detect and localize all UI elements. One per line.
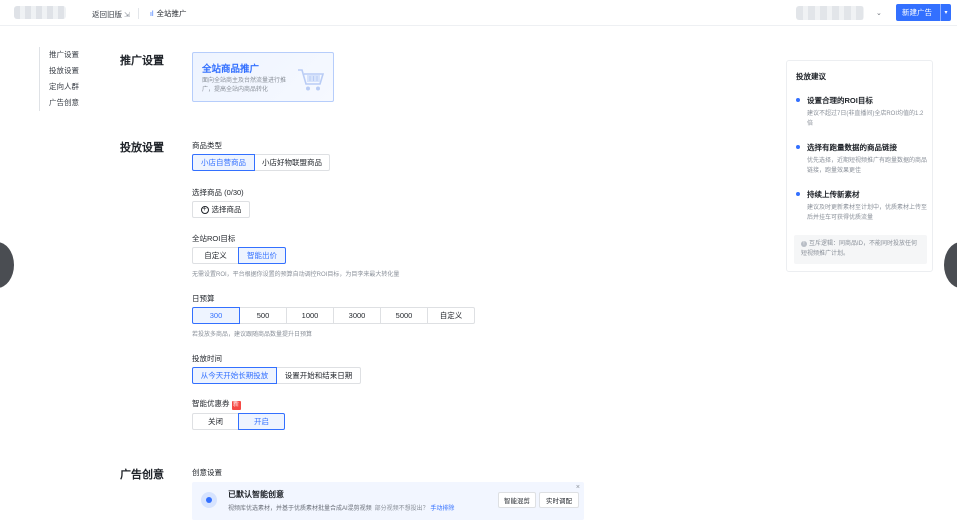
select-products-label: 选择商品 (0/30)	[192, 188, 244, 197]
smart-creative-notice: 已默认智能创意 视频库优选素材，并基于优质素材批量合成AI混剪视频 部分视频不想投…	[192, 482, 584, 520]
schedule-selector: 从今天开始长期投放 设置开始和结束日期	[192, 367, 361, 384]
smart-coupon-selector: 关闭 开启	[192, 413, 285, 430]
smart-creative-question: 部分视频不想投出？	[374, 506, 429, 512]
new-ad-label: 新建广告	[902, 8, 932, 17]
suggestion-heading: 设置合理的ROI目标	[796, 95, 928, 106]
manual-exclude-link[interactable]: 手动排除	[430, 506, 454, 512]
suggestion-item: 设置合理的ROI目标 建议不超过7日(非直播间)全店ROI均值的1.2倍	[796, 95, 928, 129]
shopping-cart-icon	[298, 69, 325, 91]
nav-item-creative[interactable]: 广告创意	[49, 95, 79, 111]
back-to-old-version-link[interactable]: 返回旧版 ⇲	[92, 9, 130, 20]
suggestions-title: 投放建议	[796, 72, 826, 81]
daily-budget-hint: 若投放多商品，建议跟随商品数量提升日预算	[192, 332, 313, 338]
select-products-button-label: 选择商品	[211, 205, 242, 214]
nav-item-promotion-settings[interactable]: 推广设置	[49, 47, 79, 63]
daily-budget-label: 日预算	[192, 294, 215, 303]
roi-target-hint: 无需设置ROI，平台根据你设置的预算自动调控ROI目标，为目李来最大转化量	[192, 272, 400, 278]
nav-item-targeting[interactable]: 定向人群	[49, 79, 79, 95]
budget-option-500[interactable]: 500	[239, 307, 287, 324]
budget-option-300[interactable]: 300	[192, 307, 240, 324]
realtime-adjust-button[interactable]: 实时调配	[539, 492, 579, 508]
back-to-old-version-label: 返回旧版	[92, 10, 122, 19]
smart-creative-title: 已默认智能创意	[228, 490, 284, 499]
smart-creative-desc: 视频库优选素材，并基于优质素材批量合成AI混剪视频 部分视频不想投出？ 手动排除	[228, 503, 454, 512]
promotion-card-title: 全站商品推广	[202, 64, 260, 75]
product-type-option-alliance[interactable]: 小店好物联盟商品	[254, 154, 330, 171]
schedule-option-long-term[interactable]: 从今天开始长期投放	[192, 367, 277, 384]
mutex-tip: ! 互斥逻辑：同商品ID，不能同时投放任何短视频推广计划。	[794, 235, 927, 264]
schedule-option-date-range[interactable]: 设置开始和结束日期	[276, 367, 361, 384]
top-bar: 返回旧版 ⇲ ıl 全站推广 ⌄ 新建广告 ▾	[0, 0, 957, 26]
daily-budget-selector: 300 500 1000 3000 5000 自定义	[192, 307, 475, 324]
divider	[138, 8, 139, 19]
plus-circle-icon: +	[200, 205, 209, 214]
roi-option-smart-bid[interactable]: 智能出价	[238, 247, 286, 264]
product-type-option-own[interactable]: 小店自营商品	[192, 154, 255, 171]
roi-target-selector: 自定义 智能出价	[192, 247, 286, 264]
schedule-label: 投放时间	[192, 354, 222, 363]
smart-creative-icon	[201, 492, 217, 508]
creative-title: 广告创意	[120, 469, 164, 481]
promotion-settings-title: 推广设置	[120, 55, 164, 67]
budget-option-5000[interactable]: 5000	[380, 307, 428, 324]
account-avatar[interactable]	[796, 6, 864, 20]
new-badge: 新	[231, 401, 241, 410]
smart-coupon-label: 智能优惠券新	[192, 398, 241, 410]
promotion-card-desc: 面向全站商主及台然流量进行推广，提高全站内商品转化	[202, 78, 287, 93]
external-link-icon: ⇲	[124, 12, 130, 19]
select-products-button[interactable]: + 选择商品	[192, 201, 250, 218]
smart-coupon-label-text: 智能优惠券	[192, 399, 230, 408]
delivery-settings-title: 投放设置	[120, 142, 164, 154]
suggestion-heading: 持续上传新素材	[796, 189, 928, 200]
suggestion-body: 优先选择，近期短视频推广有跑量数据的商品链接，跑量效果更佳	[807, 158, 928, 174]
close-icon[interactable]: ×	[576, 484, 580, 491]
brand-logo	[14, 6, 66, 19]
budget-option-3000[interactable]: 3000	[333, 307, 381, 324]
budget-option-1000[interactable]: 1000	[286, 307, 334, 324]
new-ad-dropdown-icon[interactable]: ▾	[940, 4, 951, 21]
smart-creative-desc-text: 视频库优选素材，并基于优质素材批量合成AI混剪视频	[228, 506, 372, 512]
chevron-down-icon[interactable]: ⌄	[876, 9, 882, 17]
chart-bars-icon: ıl	[150, 11, 154, 18]
nav-item-delivery-settings[interactable]: 投放设置	[49, 63, 79, 79]
creative-settings-label: 创意设置	[192, 468, 222, 477]
new-ad-button[interactable]: 新建广告 ▾	[896, 4, 951, 21]
promotion-type-label: 全站推广	[156, 9, 187, 18]
scroll-left-handle[interactable]	[0, 242, 14, 288]
budget-option-custom[interactable]: 自定义	[427, 307, 475, 324]
info-icon: !	[801, 241, 807, 247]
delivery-suggestions-panel: 投放建议 设置合理的ROI目标 建议不超过7日(非直播间)全店ROI均值的1.2…	[786, 60, 933, 272]
section-nav: 推广设置 投放设置 定向人群 广告创意	[39, 47, 79, 111]
product-type-label: 商品类型	[192, 141, 222, 150]
scroll-right-handle[interactable]	[944, 242, 957, 288]
suggestion-heading: 选择有跑量数据的商品链接	[796, 142, 928, 153]
mutex-tip-text: 互斥逻辑：同商品ID，不能同时投放任何短视频推广计划。	[801, 241, 918, 257]
roi-target-label: 全站ROI目标	[192, 234, 236, 243]
product-type-selector: 小店自营商品 小店好物联盟商品	[192, 154, 330, 171]
coupon-option-off[interactable]: 关闭	[192, 413, 239, 430]
promotion-type-tab[interactable]: ıl 全站推广	[150, 8, 187, 19]
suggestion-item: 选择有跑量数据的商品链接 优先选择，近期短视频推广有跑量数据的商品链接，跑量效果…	[796, 142, 928, 176]
suggestion-body: 建议及时更新素材至计划中，优质素材上传至后并挂车可获得优质流量	[807, 205, 928, 221]
roi-option-custom[interactable]: 自定义	[192, 247, 239, 264]
suggestion-item: 持续上传新素材 建议及时更新素材至计划中，优质素材上传至后并挂车可获得优质流量	[796, 189, 928, 223]
coupon-option-on[interactable]: 开启	[238, 413, 285, 430]
smart-mix-button[interactable]: 智能混剪	[498, 492, 536, 508]
promotion-type-card[interactable]: 全站商品推广 面向全站商主及台然流量进行推广，提高全站内商品转化	[192, 52, 334, 102]
suggestion-body: 建议不超过7日(非直播间)全店ROI均值的1.2倍	[807, 111, 924, 127]
